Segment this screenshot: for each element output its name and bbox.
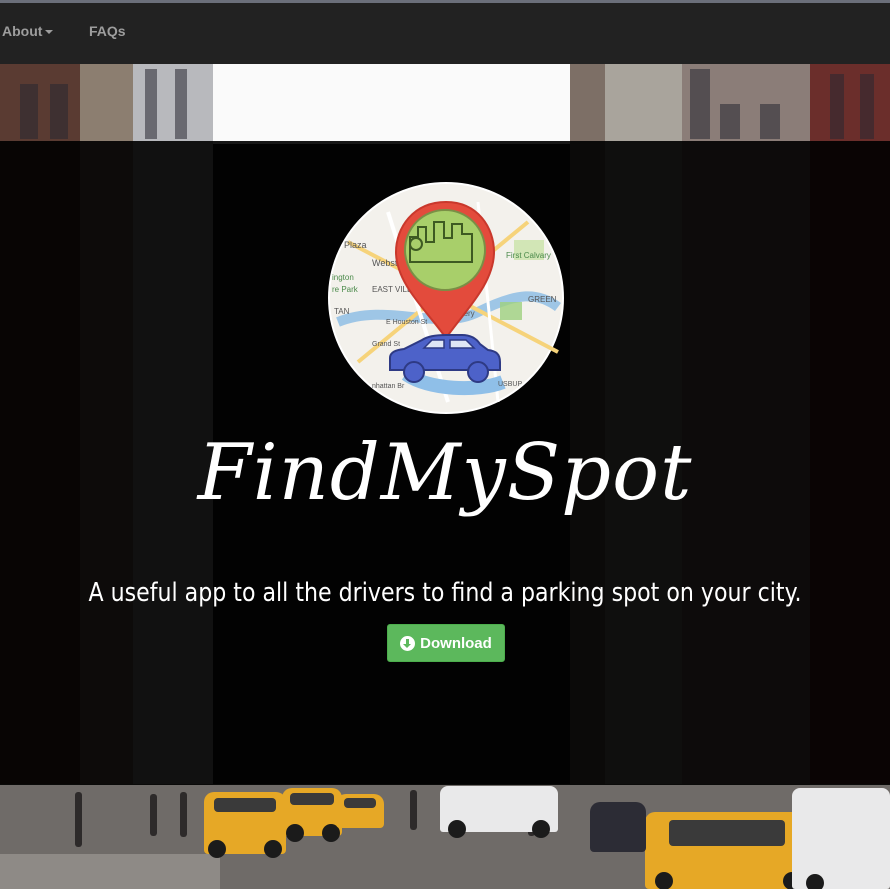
sky [210, 64, 570, 144]
nav-faqs-link[interactable]: FAQs [89, 23, 126, 39]
window [175, 69, 187, 139]
pedestrian [410, 790, 417, 830]
window [145, 69, 157, 139]
window [20, 84, 38, 139]
nav-about-dropdown[interactable]: About [2, 23, 54, 39]
brand-title: FindMySpot [197, 428, 693, 518]
pedestrian [180, 792, 187, 837]
svg-text:Grand St: Grand St [372, 341, 400, 348]
taxi [645, 812, 810, 889]
app-logo: Plaza Webst First Calvary ington re Park… [328, 182, 564, 414]
map-pin-car-logo-icon: Plaza Webst First Calvary ington re Park… [328, 182, 564, 414]
download-button[interactable]: Download [387, 624, 505, 662]
window [720, 104, 740, 139]
caret-down-icon [45, 30, 54, 35]
window [690, 69, 710, 139]
navbar: About FAQs [0, 3, 890, 65]
white-van [792, 788, 890, 889]
svg-text:GREEN: GREEN [528, 295, 557, 304]
taxi [204, 792, 286, 858]
svg-text:nhattan Br: nhattan Br [372, 383, 405, 390]
download-label: Download [420, 634, 492, 652]
nav-about-label: About [2, 23, 43, 39]
window [50, 84, 68, 139]
pedestrian [150, 794, 157, 836]
taxi [336, 794, 384, 828]
window [830, 74, 844, 139]
nav-faqs-label: FAQs [89, 23, 126, 39]
white-van [440, 786, 558, 838]
svg-text:USBUP: USBUP [498, 381, 522, 388]
svg-text:First Calvary: First Calvary [506, 251, 551, 260]
pedestrian [75, 792, 82, 847]
download-circle-icon [400, 635, 416, 651]
svg-text:Plaza: Plaza [344, 240, 367, 250]
tagline: A useful app to all the drivers to find … [88, 578, 802, 608]
taxi [282, 788, 342, 842]
sidewalk [0, 854, 220, 889]
window [760, 104, 780, 139]
window [860, 74, 874, 139]
svg-text:E Houston St: E Houston St [386, 319, 427, 326]
svg-text:ington: ington [332, 273, 354, 282]
svg-text:TAN: TAN [334, 307, 350, 316]
svg-text:re Park: re Park [332, 285, 359, 294]
svg-text:Webst: Webst [372, 258, 398, 268]
parked-car [590, 802, 646, 852]
